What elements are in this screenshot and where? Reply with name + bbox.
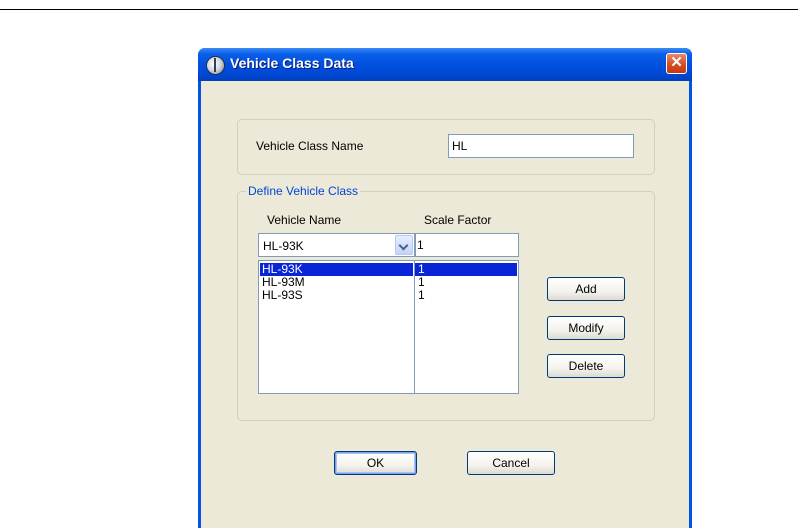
vehicle-name-combo[interactable]: HL-93K <box>258 233 415 257</box>
list-item-scale-factor: 1 <box>418 275 425 289</box>
delete-button[interactable]: Delete <box>547 354 625 378</box>
vehicle-name-column-header: Vehicle Name <box>267 213 342 227</box>
chevron-down-icon[interactable] <box>395 235 413 255</box>
vehicle-class-name-label: Vehicle Class Name <box>256 139 364 153</box>
title-bar[interactable]: Vehicle Class Data ✕ <box>198 48 692 81</box>
vehicle-class-dialog: Vehicle Class Data ✕ Vehicle Class Name … <box>198 48 692 528</box>
top-separator-line <box>0 9 798 10</box>
close-button[interactable]: ✕ <box>666 53 687 74</box>
cancel-button[interactable]: Cancel <box>467 451 555 475</box>
list-item-vehicle-name: HL-93S <box>262 288 303 302</box>
app-globe-icon <box>206 56 225 75</box>
vehicle-name-combo-value: HL-93K <box>263 239 304 253</box>
define-vehicle-class-group: Define Vehicle Class Vehicle Name Scale … <box>237 184 655 421</box>
define-vehicle-class-legend: Define Vehicle Class <box>246 184 361 198</box>
list-item[interactable]: HL-93S 1 <box>259 289 518 302</box>
class-name-group: Vehicle Class Name <box>237 119 655 175</box>
list-item-scale-factor: 1 <box>415 263 517 276</box>
scale-factor-column-header: Scale Factor <box>424 213 492 227</box>
vehicle-class-name-input[interactable] <box>448 134 634 158</box>
dialog-client-area: Vehicle Class Name Define Vehicle Class … <box>201 81 689 528</box>
list-item-scale-factor: 1 <box>418 288 425 302</box>
window-title: Vehicle Class Data <box>230 55 354 71</box>
add-button[interactable]: Add <box>547 277 625 301</box>
vehicle-list[interactable]: HL-93K 1 HL-93M 1 HL-93S 1 <box>258 260 519 394</box>
ok-button[interactable]: OK <box>334 451 417 475</box>
modify-button[interactable]: Modify <box>547 316 625 340</box>
scale-factor-input[interactable] <box>415 233 519 257</box>
